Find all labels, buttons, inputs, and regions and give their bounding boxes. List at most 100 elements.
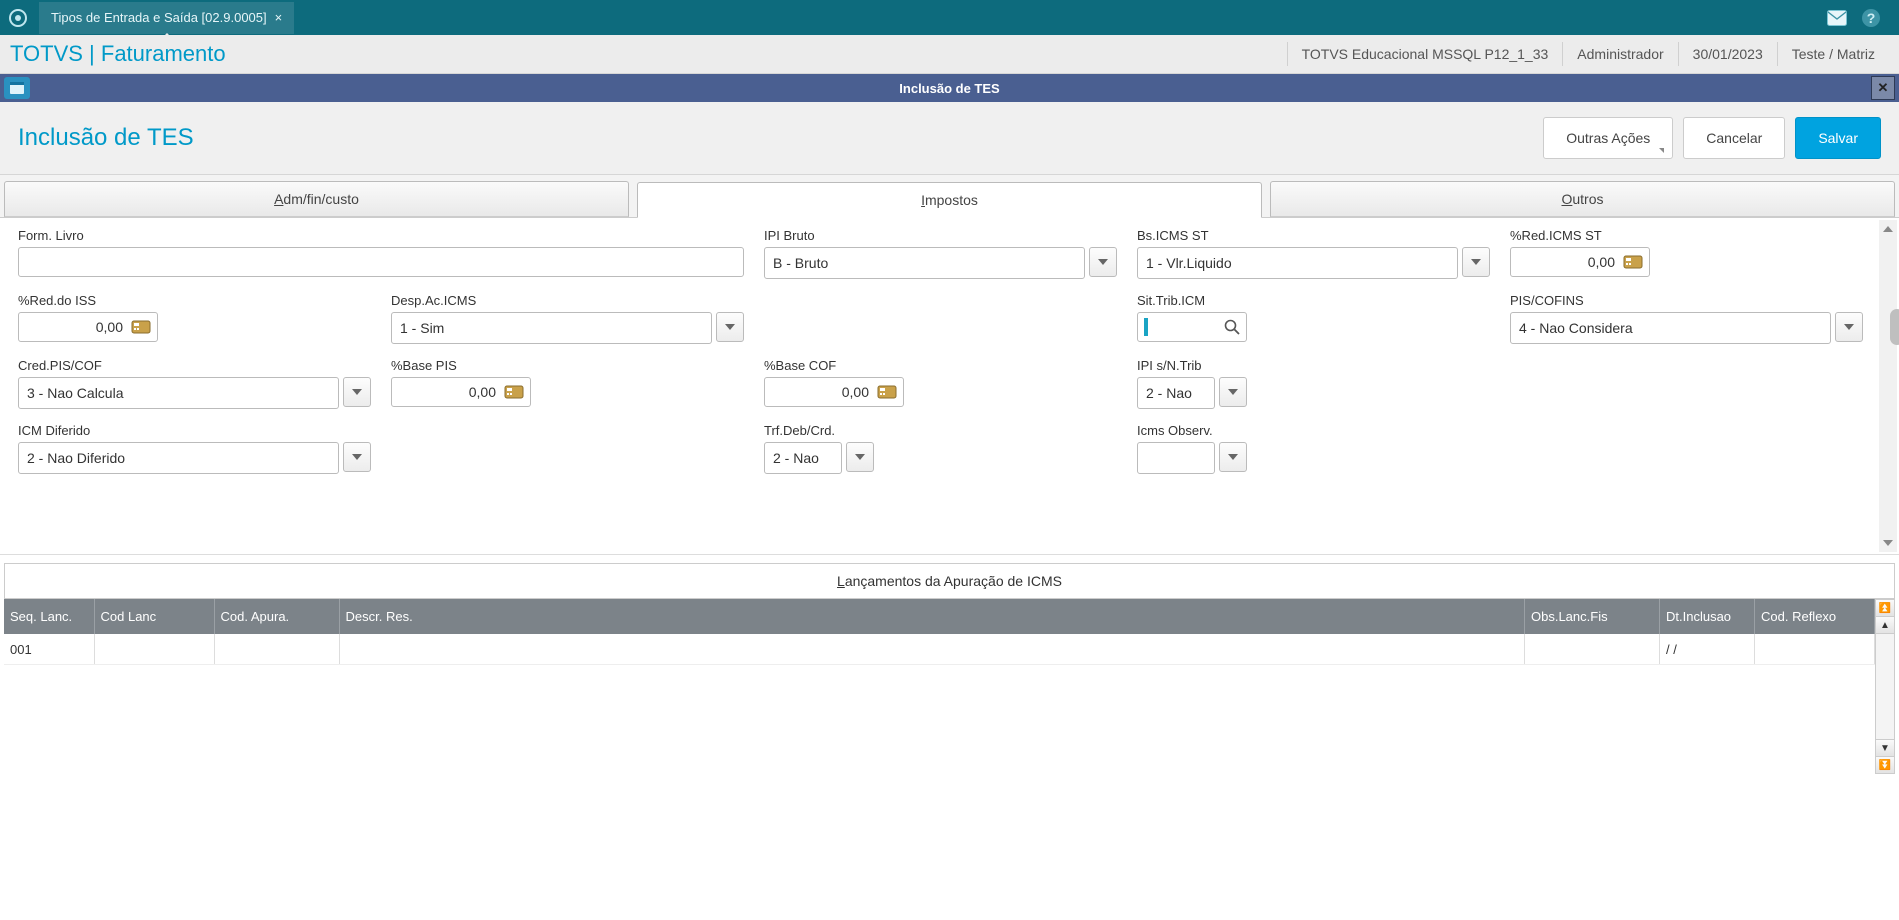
scroll-down-icon[interactable] <box>1879 534 1897 552</box>
select-ipi-sntrib[interactable]: 2 - Nao <box>1137 377 1215 409</box>
calculator-icon[interactable] <box>1623 255 1643 269</box>
col-cod-lanc[interactable]: Cod Lanc <box>94 599 214 634</box>
grid-body-scroll: ▼ ⏬ <box>1875 634 1895 774</box>
input-pred-icms-st[interactable]: 0,00 <box>1510 247 1650 277</box>
tab-outros[interactable]: Outros <box>1270 181 1895 217</box>
input-pred-iss[interactable]: 0,00 <box>18 312 158 342</box>
select-ipi-bruto[interactable]: B - Bruto <box>764 247 1085 279</box>
dialog-title: Inclusão de TES <box>899 81 999 96</box>
select-trf-deb-crd[interactable]: 2 - Nao <box>764 442 842 474</box>
user-label: Administrador <box>1562 42 1677 66</box>
grid-body[interactable]: 001 / / <box>4 634 1875 783</box>
grid-last-icon[interactable]: ⏬ <box>1876 756 1894 773</box>
label-form-livro: Form. Livro <box>18 228 744 243</box>
branch-label: Teste / Matriz <box>1777 42 1889 66</box>
cell-reflexo[interactable] <box>1755 634 1875 665</box>
select-desp-ac-icms[interactable]: 1 - Sim <box>391 312 712 344</box>
dropdown-icon[interactable] <box>343 377 371 407</box>
grid-down-icon[interactable]: ▼ <box>1876 739 1894 756</box>
cell-obs[interactable] <box>1525 634 1660 665</box>
col-reflexo[interactable]: Cod. Reflexo <box>1755 599 1875 634</box>
input-pbase-cof[interactable]: 0,00 <box>764 377 904 407</box>
tab-admfincusto[interactable]: Adm/fin/custo <box>4 181 629 217</box>
dropdown-icon[interactable] <box>1835 312 1863 342</box>
dropdown-icon[interactable] <box>1089 247 1117 277</box>
dropdown-icon[interactable] <box>1219 442 1247 472</box>
window-tab-indicator-icon <box>159 33 175 41</box>
cell-cod-apura[interactable] <box>214 634 339 665</box>
label-icm-diferido: ICM Diferido <box>18 423 371 438</box>
scroll-up-icon[interactable] <box>1879 220 1897 238</box>
app-logo-icon <box>0 0 35 35</box>
grid-first-icon[interactable]: ⏫ <box>1876 600 1894 617</box>
cancel-button[interactable]: Cancelar <box>1683 117 1785 159</box>
dialog-titlebar: Inclusão de TES ✕ <box>0 74 1899 102</box>
col-seq[interactable]: Seq. Lanc. <box>4 599 94 634</box>
table-row[interactable] <box>4 665 1875 784</box>
date-label: 30/01/2023 <box>1678 42 1777 66</box>
label-ipi-bruto: IPI Bruto <box>764 228 1117 243</box>
input-pbase-pis[interactable]: 0,00 <box>391 377 531 407</box>
actionbar: Inclusão de TES Outras Ações Cancelar Sa… <box>0 102 1899 175</box>
grid-header-scroll: ⏫ ▲ <box>1875 599 1895 634</box>
search-icon[interactable] <box>1224 319 1240 335</box>
grid-up-icon[interactable]: ▲ <box>1876 617 1894 633</box>
grid-header: Seq. Lanc. Cod Lanc Cod. Apura. Descr. R… <box>4 599 1875 634</box>
label-trf-deb-crd: Trf.Deb/Crd. <box>764 423 1117 438</box>
dropdown-icon[interactable] <box>1219 377 1247 407</box>
label-pis-cofins: PIS/COFINS <box>1510 293 1863 308</box>
other-actions-label: Outras Ações <box>1566 130 1650 146</box>
dialog-icon <box>4 77 30 99</box>
dialog-close-button[interactable]: ✕ <box>1871 76 1895 100</box>
col-dt[interactable]: Dt.Inclusao <box>1660 599 1755 634</box>
window-tab[interactable]: Tipos de Entrada e Saída [02.9.0005] × <box>39 2 294 34</box>
help-icon[interactable]: ? <box>1861 8 1881 28</box>
save-button[interactable]: Salvar <box>1795 117 1881 159</box>
input-form-livro[interactable] <box>18 247 744 277</box>
dropdown-icon[interactable] <box>716 312 744 342</box>
cell-seq[interactable]: 001 <box>4 634 94 665</box>
label-bs-icms-st: Bs.ICMS ST <box>1137 228 1490 243</box>
mail-icon[interactable] <box>1827 10 1847 26</box>
label-icms-observ: Icms Observ. <box>1137 423 1490 438</box>
page-title: Inclusão de TES <box>18 124 194 152</box>
select-cred-pis-cof[interactable]: 3 - Nao Calcula <box>18 377 339 409</box>
label-ipi-sntrib: IPI s/N.Trib <box>1137 358 1490 373</box>
lookup-sit-trib-icm[interactable] <box>1137 312 1247 342</box>
form-area: Form. Livro IPI Bruto B - Bruto Bs.ICMS … <box>4 218 1875 554</box>
dropdown-icon[interactable] <box>343 442 371 472</box>
cursor-icon <box>1144 318 1148 336</box>
dropdown-icon[interactable] <box>1462 247 1490 277</box>
label-cred-pis-cof: Cred.PIS/COF <box>18 358 371 373</box>
tab-impostos[interactable]: Impostos <box>637 182 1262 218</box>
select-pis-cofins[interactable]: 4 - Nao Considera <box>1510 312 1831 344</box>
calculator-icon[interactable] <box>131 320 151 334</box>
module-infobar: TOTVS | Faturamento TOTVS Educacional MS… <box>0 35 1899 74</box>
calculator-icon[interactable] <box>877 385 897 399</box>
window-tab-close-icon[interactable]: × <box>275 10 283 25</box>
svg-text:?: ? <box>1867 10 1876 26</box>
cancel-label: Cancelar <box>1706 130 1762 146</box>
select-icms-observ[interactable] <box>1137 442 1215 474</box>
label-pred-iss: %Red.do ISS <box>18 293 371 308</box>
form-scrollbar[interactable] <box>1879 220 1897 552</box>
cell-descr[interactable] <box>339 634 1525 665</box>
env-label: TOTVS Educacional MSSQL P12_1_33 <box>1287 42 1563 66</box>
dropdown-icon[interactable] <box>846 442 874 472</box>
table-row[interactable]: 001 / / <box>4 634 1875 665</box>
module-title: TOTVS | Faturamento <box>10 41 226 67</box>
other-actions-button[interactable]: Outras Ações <box>1543 117 1673 159</box>
label-pbase-cof: %Base COF <box>764 358 1117 373</box>
scroll-thumb[interactable] <box>1890 309 1899 345</box>
select-icm-diferido[interactable]: 2 - Nao Diferido <box>18 442 339 474</box>
label-desp-ac-icms: Desp.Ac.ICMS <box>391 293 744 308</box>
cell-dt[interactable]: / / <box>1660 634 1755 665</box>
col-descr[interactable]: Descr. Res. <box>339 599 1525 634</box>
calculator-icon[interactable] <box>504 385 524 399</box>
save-label: Salvar <box>1818 130 1858 146</box>
col-cod-apura[interactable]: Cod. Apura. <box>214 599 339 634</box>
select-bs-icms-st[interactable]: 1 - Vlr.Liquido <box>1137 247 1458 279</box>
label-pbase-pis: %Base PIS <box>391 358 744 373</box>
cell-cod-lanc[interactable] <box>94 634 214 665</box>
col-obs[interactable]: Obs.Lanc.Fis <box>1525 599 1660 634</box>
